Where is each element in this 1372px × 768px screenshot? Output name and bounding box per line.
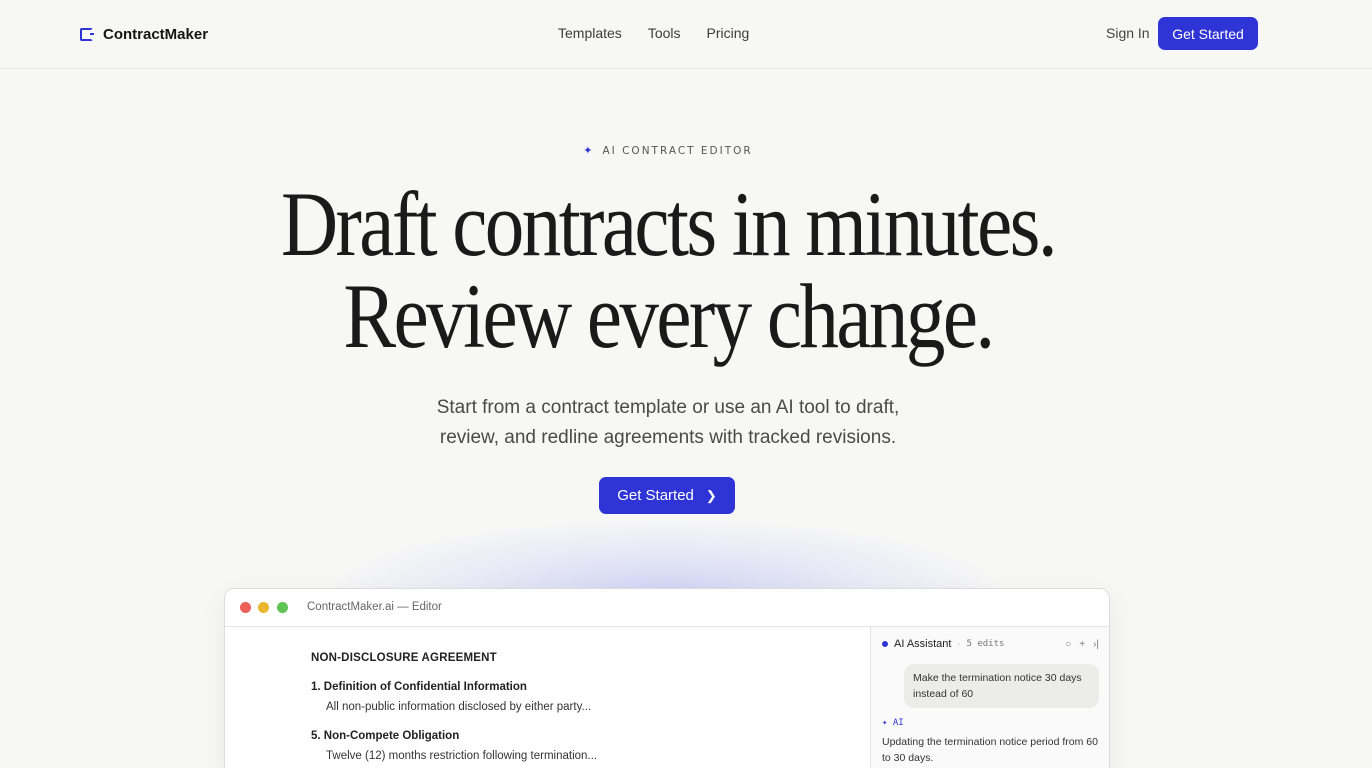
assistant-toolbar: ○ + ›| bbox=[1065, 639, 1099, 650]
maximize-dot-icon bbox=[277, 602, 288, 613]
brand-logo[interactable]: ContractMaker bbox=[80, 24, 208, 44]
hero-eyebrow: ✦ AI CONTRACT EDITOR bbox=[0, 144, 1336, 157]
edits-count: 5 edits bbox=[966, 639, 1005, 649]
separator-dot: · bbox=[957, 639, 961, 649]
brand-name: ContractMaker bbox=[103, 25, 209, 43]
ai-assistant-panel: AI Assistant · 5 edits ○ + ›| Make the t… bbox=[870, 627, 1109, 768]
ai-label: ✦ AI bbox=[882, 718, 904, 728]
history-icon[interactable]: ○ bbox=[1065, 639, 1071, 650]
assistant-header: AI Assistant · 5 edits bbox=[882, 638, 1004, 650]
hero-get-started-button[interactable]: Get Started ❯ bbox=[599, 477, 735, 514]
section-heading: 5. Non-Compete Obligation bbox=[311, 730, 460, 742]
subhead-line-2: review, and redline agreements with trac… bbox=[439, 427, 897, 448]
collapse-panel-icon[interactable]: ›| bbox=[1093, 639, 1099, 650]
chevron-right-icon: ❯ bbox=[705, 487, 717, 503]
document-pane[interactable]: NON-DISCLOSURE AGREEMENT 1. Definition o… bbox=[225, 627, 871, 768]
nav-link-tools[interactable]: Tools bbox=[648, 25, 681, 41]
section-heading: 1. Definition of Confidential Informatio… bbox=[311, 681, 527, 693]
editor-window: ContractMaker.ai — Editor NON-DISCLOSURE… bbox=[224, 588, 1110, 768]
top-nav: ContractMaker Templates Tools Pricing Si… bbox=[0, 0, 1372, 69]
section-body: All non-public information disclosed by … bbox=[326, 701, 592, 713]
close-dot-icon bbox=[240, 602, 251, 613]
nav-link-templates[interactable]: Templates bbox=[558, 25, 622, 41]
document-title: NON-DISCLOSURE AGREEMENT bbox=[311, 652, 497, 664]
user-message-bubble: Make the termination notice 30 days inst… bbox=[904, 664, 1099, 708]
assistant-name: AI Assistant bbox=[894, 638, 952, 650]
nav-get-started-button[interactable]: Get Started bbox=[1158, 17, 1258, 50]
nav-link-pricing[interactable]: Pricing bbox=[707, 25, 750, 41]
sign-in-link[interactable]: Sign In bbox=[1106, 25, 1150, 41]
nav-links: Templates Tools Pricing bbox=[558, 25, 749, 41]
window-titlebar: ContractMaker.ai — Editor bbox=[225, 589, 1109, 627]
headline-line-1: Draft contracts in minutes. bbox=[280, 173, 1058, 275]
window-title: ContractMaker.ai — Editor bbox=[307, 601, 442, 613]
hero-cta-label: Get Started bbox=[617, 487, 694, 504]
section-body: Twelve (12) months restriction following… bbox=[326, 750, 597, 762]
logo-icon bbox=[80, 27, 94, 41]
hero-headline: Draft contracts in minutes. Review every… bbox=[94, 178, 1243, 362]
subhead-line-1: Start from a contract template or use an… bbox=[436, 397, 900, 418]
status-dot-icon bbox=[882, 641, 888, 647]
minimize-dot-icon bbox=[258, 602, 269, 613]
ai-reply-text: Updating the termination notice period f… bbox=[882, 736, 1098, 764]
plus-icon[interactable]: + bbox=[1079, 639, 1085, 650]
hero-subhead: Start from a contract template or use an… bbox=[0, 393, 1336, 453]
headline-line-2: Review every change. bbox=[343, 265, 995, 367]
eyebrow-text: AI CONTRACT EDITOR bbox=[602, 145, 753, 157]
sparkle-icon: ✦ bbox=[583, 144, 595, 157]
